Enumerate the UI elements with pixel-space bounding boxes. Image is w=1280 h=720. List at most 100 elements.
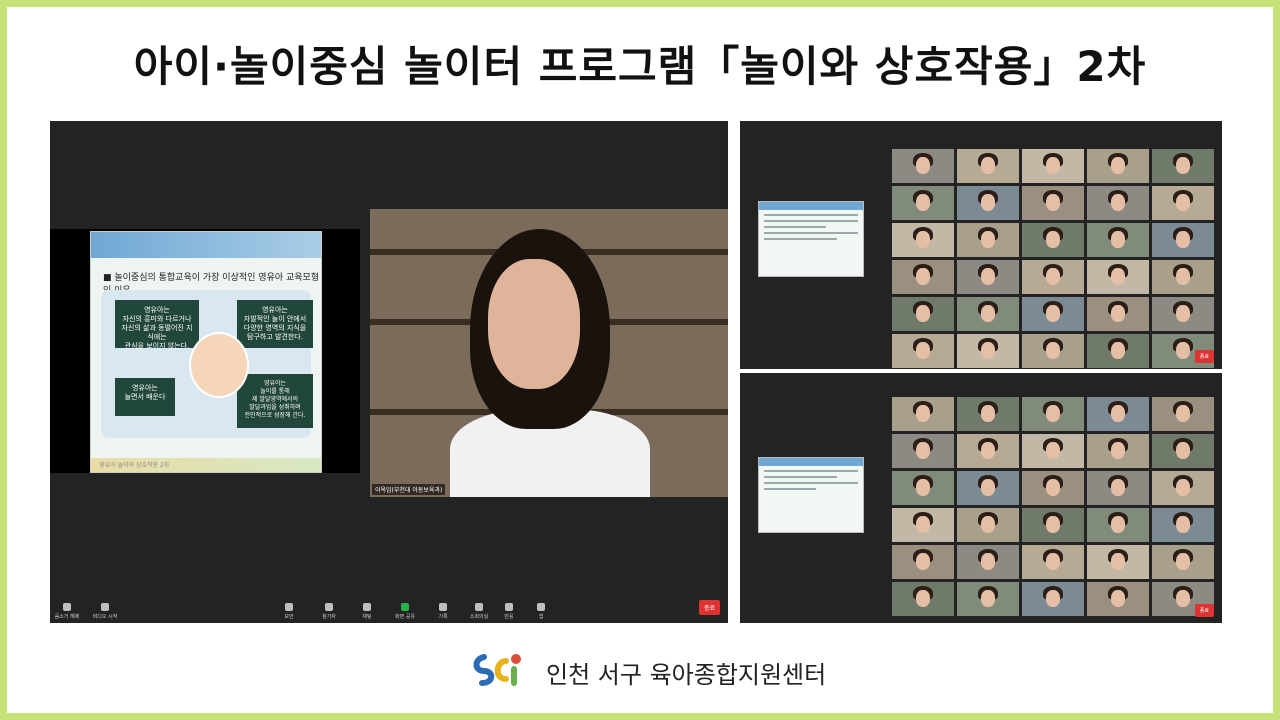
participant-tile[interactable] (1087, 471, 1149, 505)
participant-face (1046, 405, 1060, 422)
participant-tile[interactable] (892, 297, 954, 331)
participant-face (1046, 442, 1060, 459)
participant-face (981, 231, 995, 248)
participant-tile[interactable] (957, 471, 1019, 505)
participant-tile[interactable] (1087, 149, 1149, 183)
participant-face (981, 268, 995, 285)
microphone-icon (63, 603, 71, 611)
participant-tile[interactable] (1087, 260, 1149, 294)
participant-face (1046, 194, 1060, 211)
participant-tile[interactable] (1022, 297, 1084, 331)
participant-tile[interactable] (1152, 471, 1214, 505)
security-button[interactable]: 보안 (274, 603, 304, 620)
participant-tile[interactable] (957, 149, 1019, 183)
participant-face (1111, 479, 1125, 496)
participant-face (916, 516, 930, 533)
chat-button[interactable]: 채팅 (352, 603, 382, 620)
apps-icon (537, 603, 545, 611)
participant-tile[interactable] (957, 223, 1019, 257)
participant-tile[interactable] (957, 545, 1019, 579)
participant-tile[interactable] (892, 149, 954, 183)
participant-tile[interactable] (957, 297, 1019, 331)
participant-face (1176, 516, 1190, 533)
participant-face (1176, 553, 1190, 570)
participant-face (981, 157, 995, 174)
participant-tile[interactable] (1152, 149, 1214, 183)
participant-tile[interactable] (1152, 545, 1214, 579)
participant-tile[interactable] (957, 434, 1019, 468)
end-meeting-button-mini[interactable]: 종료 (1194, 350, 1214, 363)
participant-tile[interactable] (1022, 223, 1084, 257)
participant-tile[interactable] (1087, 223, 1149, 257)
participant-face (1176, 405, 1190, 422)
video-button[interactable]: 비디오 시작 (90, 603, 120, 620)
slide-box-4: 영유아는 놀이를 통해 제 발달영역에서의 발달과업을 성취하며 전인적으로 성… (237, 374, 313, 428)
participant-tile[interactable] (957, 508, 1019, 542)
participant-tile[interactable] (957, 186, 1019, 220)
participant-face (1046, 516, 1060, 533)
shared-screen-area: ■ 놀이중심의 통합교육이 가장 이상적인 영유아 교육모형인 이유 영유아는 … (50, 229, 360, 473)
breakout-rooms-button[interactable]: 소회의실 (464, 603, 494, 620)
participant-tile[interactable] (1152, 434, 1214, 468)
speaker-name-tag: 이옥임(부천대 아동보육과) (372, 484, 446, 495)
grid-icon (475, 603, 483, 611)
reactions-button[interactable]: 반응 (494, 603, 524, 620)
apps-button[interactable]: 앱 (526, 603, 556, 620)
participants-button[interactable]: 참가자 (314, 603, 344, 620)
participant-face (1176, 305, 1190, 322)
participant-tile[interactable] (1152, 397, 1214, 431)
participant-tile[interactable] (892, 434, 954, 468)
participant-tile[interactable] (1022, 508, 1084, 542)
participant-tile[interactable] (1152, 260, 1214, 294)
participant-face (1176, 157, 1190, 174)
participant-tile[interactable] (892, 397, 954, 431)
participant-tile[interactable] (1022, 397, 1084, 431)
participant-tile[interactable] (1087, 434, 1149, 468)
mini-shared-slide (758, 201, 864, 277)
participant-tile[interactable] (892, 260, 954, 294)
end-meeting-button[interactable]: 종료 (698, 600, 720, 615)
participant-tile[interactable] (957, 260, 1019, 294)
participant-tile[interactable] (1152, 186, 1214, 220)
shield-icon (285, 603, 293, 611)
zoom-toolbar-mini: 종료 (740, 343, 1222, 369)
participant-tile[interactable] (1087, 508, 1149, 542)
participant-tile[interactable] (1022, 545, 1084, 579)
participant-tile[interactable] (1152, 297, 1214, 331)
slide-footer-text: 영유아 놀이와 상호작용 2차 (99, 462, 170, 469)
mute-button[interactable]: 음소거 해제 (52, 603, 82, 620)
zoom-main-window: ■ 놀이중심의 통합교육이 가장 이상적인 영유아 교육모형인 이유 영유아는 … (50, 121, 728, 623)
participant-tile[interactable] (892, 508, 954, 542)
end-meeting-button-mini[interactable]: 종료 (1194, 604, 1214, 617)
participant-face (916, 405, 930, 422)
participant-tile[interactable] (1022, 149, 1084, 183)
participant-tile[interactable] (1087, 186, 1149, 220)
participant-tile[interactable] (1087, 545, 1149, 579)
participant-tile[interactable] (892, 545, 954, 579)
participant-tile[interactable] (1022, 260, 1084, 294)
page-title: 아이·놀이중심 놀이터 프로그램「놀이와 상호작용」2차 (133, 42, 1147, 91)
participant-tile[interactable] (957, 397, 1019, 431)
participant-face (1176, 231, 1190, 248)
participant-tile[interactable] (1022, 186, 1084, 220)
participant-tile[interactable] (1087, 297, 1149, 331)
slide-box-1: 영유아는 자신의 흥미와 다르거나 자신의 삶과 동떨어진 지식에는 관심을 보… (115, 300, 199, 350)
participant-tile[interactable] (1022, 434, 1084, 468)
participant-tile[interactable] (892, 186, 954, 220)
participant-tile[interactable] (892, 223, 954, 257)
center-name: 인천 서구 육아종합지원센터 (546, 661, 827, 689)
record-button[interactable]: 기록 (428, 603, 458, 620)
participant-tile[interactable] (1152, 223, 1214, 257)
participant-face (1046, 553, 1060, 570)
share-screen-button[interactable]: 화면 공유 (390, 603, 420, 620)
participant-face (916, 268, 930, 285)
participant-tile[interactable] (1087, 397, 1149, 431)
participant-face (1111, 231, 1125, 248)
participant-tile[interactable] (892, 471, 954, 505)
participant-face (916, 231, 930, 248)
participant-tile[interactable] (1022, 471, 1084, 505)
participant-tile[interactable] (1152, 508, 1214, 542)
slide-box-2: 영유아는 자발적인 놀이 안에서 다양한 영역의 지식을 탐구하고 발견한다. (237, 300, 313, 348)
participant-face (981, 405, 995, 422)
shared-slide: ■ 놀이중심의 통합교육이 가장 이상적인 영유아 교육모형인 이유 영유아는 … (90, 231, 322, 473)
